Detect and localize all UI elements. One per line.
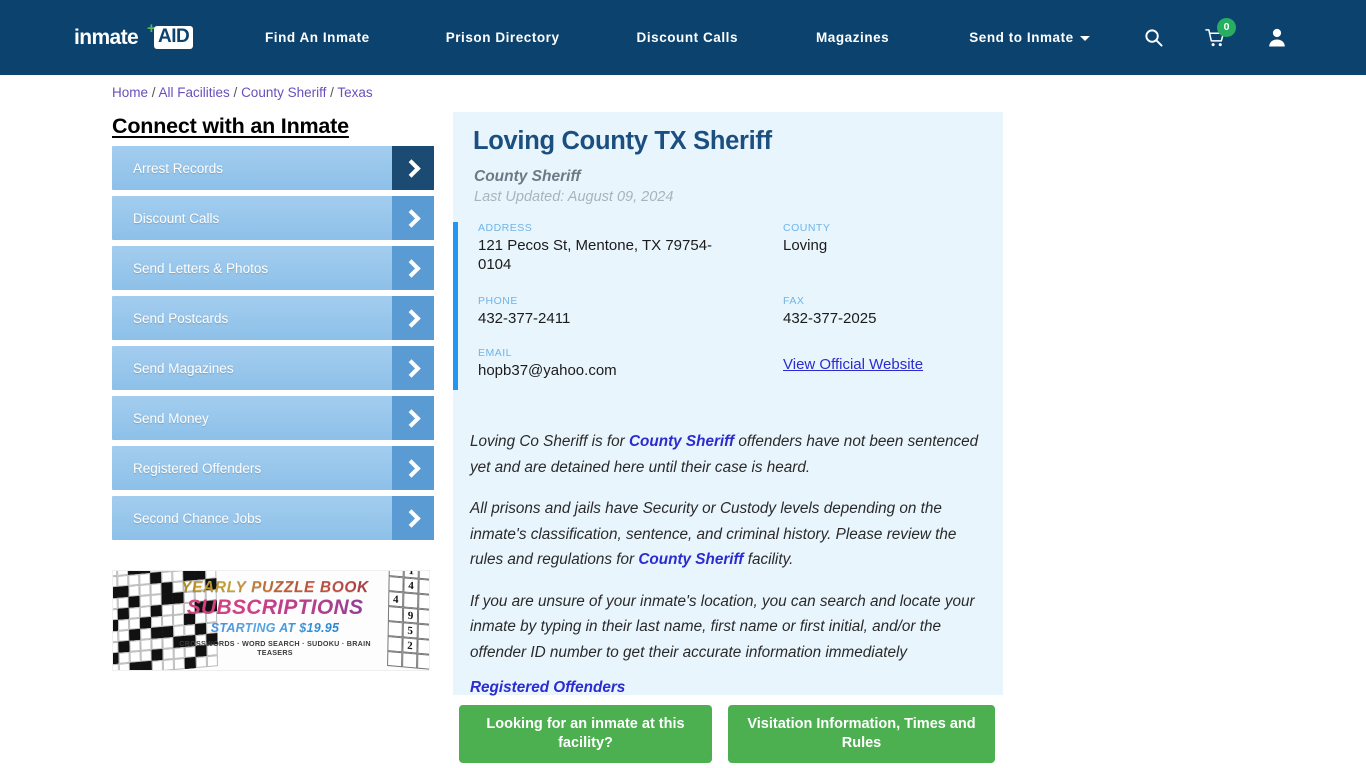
ad-line-1: YEARLY PUZZLE BOOK [175,579,375,597]
facility-contact-info: ADDRESS 121 Pecos St, Mentone, TX 79754-… [453,222,1003,392]
breadcrumb-separator: / [148,85,159,100]
nav-item-magazines[interactable]: Magazines [816,30,889,45]
nav-item-send-to-inmate[interactable]: Send to Inmate [969,30,1090,45]
chevron-right-icon [392,396,434,440]
nav-item-send-to-inmate-label: Send to Inmate [969,30,1074,45]
contact-column-right: COUNTY Loving FAX 432-377-2025 View Offi… [783,222,1003,374]
chevron-right-icon [392,146,434,190]
logo-badge-aid: AID [154,26,194,49]
sidebar-item-send-postcards[interactable]: Send Postcards [112,296,434,340]
ad-text-block: YEARLY PUZZLE BOOK SUBSCRIPTIONS STARTIN… [175,579,375,657]
sidebar-item-registered-offenders[interactable]: Registered Offenders [112,446,434,490]
sidebar-title: Connect with an Inmate [112,114,349,138]
sidebar-item-label: Arrest Records [133,160,224,176]
chevron-right-icon [392,196,434,240]
ad-line-3: STARTING AT $19.95 [175,621,375,635]
breadcrumb-item-texas[interactable]: Texas [337,85,372,100]
sidebar-item-label: Send Money [133,410,209,426]
nav-links: Find An Inmate Prison Directory Discount… [265,0,1090,75]
sidebar-item-send-magazines[interactable]: Send Magazines [112,346,434,390]
description-paragraph-1: Loving Co Sheriff is for County Sheriff … [470,429,986,480]
county-label: COUNTY [783,222,831,234]
breadcrumb: Home / All Facilities / County Sheriff /… [112,85,373,100]
nav-item-prison-directory[interactable]: Prison Directory [446,30,560,45]
accent-bar [453,222,458,390]
find-inmate-button[interactable]: Looking for an inmate at this facility? [459,705,712,763]
nav-item-find-an-inmate[interactable]: Find An Inmate [265,30,370,45]
top-navbar: inmate + AID Find An Inmate Prison Direc… [0,0,1366,75]
county-sheriff-link-2[interactable]: County Sheriff [638,551,743,568]
county-value: Loving [783,237,828,254]
phone-label: PHONE [478,295,518,307]
description-paragraph-2: All prisons and jails have Security or C… [470,496,986,573]
nav-icon-group: 0 [1136,0,1366,75]
p1-text-a: Loving Co Sheriff is for [470,433,629,450]
fax-value: 432-377-2025 [783,310,877,327]
chevron-right-icon [392,246,434,290]
sidebar-item-label: Discount Calls [133,210,220,226]
registered-offenders-link[interactable]: Registered Offenders [470,679,986,697]
description-paragraph-3: If you are unsure of your inmate's locat… [470,589,986,666]
breadcrumb-item-all-facilities[interactable]: All Facilities [159,85,230,100]
sidebar-menu: Arrest Records Discount Calls Send Lette… [112,146,434,546]
sidebar-item-label: Registered Offenders [133,460,262,476]
ad-line-2: SUBSCRIPTIONS [175,596,375,620]
breadcrumb-separator: / [326,85,338,100]
official-website-link[interactable]: View Official Website [783,356,923,373]
sidebar-item-label: Send Letters & Photos [133,260,269,276]
logo-text: inmate [74,26,139,49]
ad-line-4: CROSSWORDS · WORD SEARCH · SUDOKU · BRAI… [179,639,371,657]
contact-column-left: ADDRESS 121 Pecos St, Mentone, TX 79754-… [478,222,743,380]
chevron-right-icon [392,496,434,540]
email-value: hopb37@yahoo.com [478,362,617,379]
p3-text: If you are unsure of your inmate's locat… [470,592,975,661]
address-label: ADDRESS [478,222,533,234]
puzzle-book-ad-banner[interactable]: 144952 YEARLY PUZZLE BOOK SUBSCRIPTIONS … [112,570,430,671]
p2-text-b: facility. [743,551,794,568]
sidebar-item-label: Send Postcards [133,310,229,326]
sidebar-item-discount-calls[interactable]: Discount Calls [112,196,434,240]
sidebar-item-label: Second Chance Jobs [133,510,262,526]
cart-badge-count: 0 [1217,17,1236,37]
sudoku-grid-decoration: 144952 [387,571,429,670]
sidebar-item-second-chance-jobs[interactable]: Second Chance Jobs [112,496,434,540]
county-sheriff-link-1[interactable]: County Sheriff [629,433,734,450]
site-logo[interactable]: inmate + AID [74,21,200,52]
facility-description: Loving Co Sheriff is for County Sheriff … [470,429,986,697]
chevron-right-icon [392,296,434,340]
visitation-info-button[interactable]: Visitation Information, Times and Rules [728,705,995,763]
user-icon[interactable] [1260,21,1294,55]
address-value: 121 Pecos St, Mentone, TX 79754-0104 [478,237,713,273]
search-icon[interactable] [1136,21,1170,55]
sidebar-item-arrest-records[interactable]: Arrest Records [112,146,434,190]
facility-type: County Sheriff [474,168,581,185]
sidebar-item-send-letters-photos[interactable]: Send Letters & Photos [112,246,434,290]
breadcrumb-item-county-sheriff[interactable]: County Sheriff [241,85,326,100]
nav-item-discount-calls[interactable]: Discount Calls [637,30,738,45]
last-updated-text: Last Updated: August 09, 2024 [474,189,674,205]
breadcrumb-separator: / [229,85,242,100]
chevron-down-icon [1079,35,1090,41]
email-label: EMAIL [478,347,513,359]
cart-icon[interactable]: 0 [1198,17,1236,55]
page-title: Loving County TX Sheriff [473,127,772,155]
chevron-right-icon [392,346,434,390]
sidebar-item-send-money[interactable]: Send Money [112,396,434,440]
sidebar-item-label: Send Magazines [133,360,234,376]
fax-label: FAX [783,295,805,307]
chevron-right-icon [392,446,434,490]
breadcrumb-item-home[interactable]: Home [112,85,148,100]
facility-detail-card: Loving County TX Sheriff County Sheriff … [453,112,1003,697]
phone-value: 432-377-2411 [478,310,571,327]
